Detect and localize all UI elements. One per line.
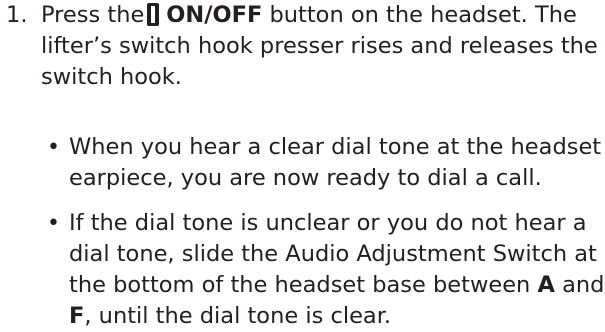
- bullet-line: If the dial tone is unclear or you do no…: [69, 210, 587, 236]
- step-line-1: Press the ON/OFF button on the headset. T…: [41, 0, 601, 31]
- bullet-item-audio-adjustment: • If the dial tone is unclear or you do …: [0, 208, 605, 332]
- on-off-label: ON/OFF: [166, 2, 263, 28]
- bullet-line: the bottom of the headset base between A…: [69, 270, 605, 301]
- bullet-text: If the dial tone is unclear or you do no…: [69, 208, 605, 332]
- on-off-button-icon: [147, 3, 160, 26]
- step-line-2: lifter’s switch hook presser rises and r…: [41, 33, 598, 59]
- instruction-document: 1. Press the ON/OFF button on the headset…: [0, 0, 605, 329]
- step-line-3: switch hook.: [41, 64, 182, 90]
- switch-position-a: A: [537, 272, 555, 298]
- step-text: Press the ON/OFF button on the headset. T…: [41, 0, 601, 93]
- step-number: 1.: [6, 2, 28, 28]
- bullet-line-text: , until the dial tone is clear.: [84, 303, 392, 329]
- bullet-marker: •: [47, 211, 60, 236]
- bullet-line-text: the bottom of the headset base between: [69, 272, 531, 298]
- bullet-text: When you hear a clear dial tone at the h…: [69, 132, 601, 194]
- bullet-marker: •: [47, 135, 60, 160]
- step-line-1-before: Press the: [41, 2, 145, 28]
- switch-position-f: F: [69, 303, 85, 329]
- bullet-line: dial tone, slide the Audio Adjustment Sw…: [69, 241, 597, 267]
- bullet-line: F, until the dial tone is clear.: [69, 301, 601, 332]
- bullet-item-dial-tone: • When you hear a clear dial tone at the…: [0, 132, 605, 194]
- bullet-line: earpiece, you are now ready to dial a ca…: [69, 165, 542, 191]
- bullet-line: When you hear a clear dial tone at the h…: [69, 134, 602, 160]
- bullet-line-text: and: [562, 272, 605, 298]
- step-line-1-after: button on the headset. The: [269, 2, 577, 28]
